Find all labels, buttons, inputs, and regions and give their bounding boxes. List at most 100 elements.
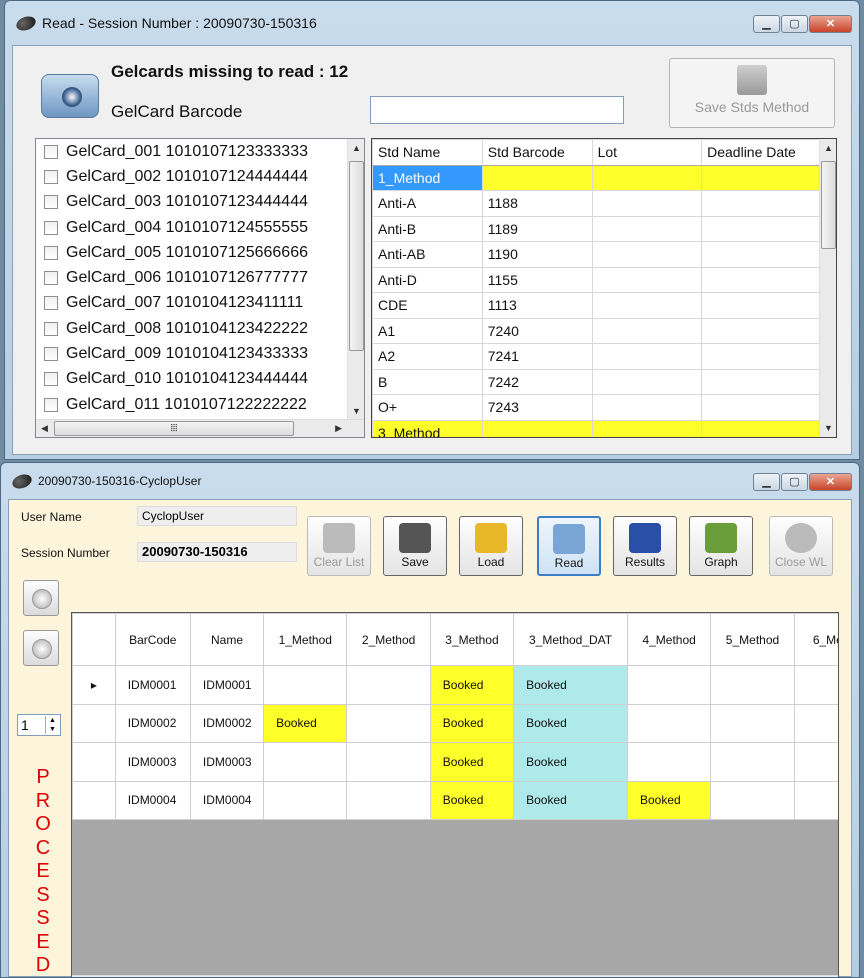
std-column-header[interactable]: Std Barcode	[481, 139, 593, 166]
worklist-column-header[interactable]: 3_Method	[429, 613, 515, 666]
gelcard-list-item[interactable]: GelCard_005 1010107125666666	[36, 240, 364, 265]
std-name-cell[interactable]: Anti-A	[372, 190, 483, 217]
std-name-cell[interactable]: A2	[372, 343, 483, 370]
std-deadline-cell[interactable]	[701, 215, 820, 242]
scroll-thumb[interactable]	[349, 161, 364, 351]
std-grid[interactable]: Std Name Std Barcode Lot Deadline Date 1_Me…	[371, 138, 837, 438]
std-barcode-cell[interactable]: 7243	[481, 394, 593, 421]
std-name-cell[interactable]: Anti-D	[372, 266, 483, 293]
graph-button[interactable]: Graph	[689, 516, 753, 576]
std-name-cell[interactable]: 1_Method	[372, 164, 483, 191]
save-button[interactable]: Save	[383, 516, 447, 576]
gelcard-list-item[interactable]: GelCard_011 1010107122222222	[36, 392, 364, 417]
method-cell[interactable]	[710, 703, 795, 743]
gelcard-checkbox[interactable]	[44, 347, 58, 362]
row-selector[interactable]	[72, 742, 116, 782]
std-row[interactable]: O+ 7243	[372, 394, 820, 421]
gelcard-checkbox[interactable]	[44, 169, 58, 184]
worklist-row[interactable]: IDM0003 IDM0003 Booked Booked	[72, 742, 838, 782]
std-barcode-cell[interactable]: 1113	[481, 292, 593, 319]
method-cell[interactable]	[793, 780, 838, 820]
std-barcode-cell[interactable]: 1189	[481, 215, 593, 242]
worklist-grid[interactable]: BarCode Name 1_Method 2_Method 3_Method 3_Met…	[71, 612, 839, 977]
gelcard-list-item[interactable]: GelCard_002 1010107124444444	[36, 164, 364, 189]
std-barcode-cell[interactable]: 1188	[481, 190, 593, 217]
scroll-down-icon[interactable]: ▼	[352, 406, 361, 416]
std-name-cell[interactable]: CDE	[372, 292, 483, 319]
remove-row-button[interactable]	[23, 580, 59, 616]
gelcard-list-item[interactable]: GelCard_007 1010104123411111	[36, 291, 364, 316]
name-cell[interactable]: IDM0002	[189, 703, 265, 743]
std-lot-cell[interactable]	[591, 317, 703, 344]
std-deadline-cell[interactable]	[701, 190, 820, 217]
gelcard-list-item[interactable]: GelCard_009 1010104123433333	[36, 341, 364, 366]
gelcard-list-item[interactable]: GelCard_008 1010104123422222	[36, 316, 364, 341]
scroll-left-icon[interactable]: ◀	[41, 423, 48, 434]
std-lot-cell[interactable]	[591, 215, 703, 242]
current-row-indicator-icon[interactable]: ▸	[72, 665, 116, 705]
scroll-right-icon[interactable]: ▶	[335, 423, 342, 434]
maximize-button[interactable]: ▢	[781, 15, 808, 33]
method-cell[interactable]	[263, 780, 348, 820]
method-cell[interactable]	[793, 703, 838, 743]
std-name-cell[interactable]: A1	[372, 317, 483, 344]
scroll-thumb[interactable]: ⦙⦙⦙	[54, 421, 294, 436]
gelcard-checkbox[interactable]	[44, 220, 58, 235]
scroll-thumb[interactable]	[821, 161, 836, 249]
std-row[interactable]: Anti-D 1155	[372, 266, 820, 293]
worklist-row[interactable]: IDM0002 IDM0002 Booked Booked Booked	[72, 703, 838, 743]
std-deadline-cell[interactable]	[701, 241, 820, 268]
method-cell[interactable]: Booked	[429, 742, 515, 782]
barcode-input[interactable]	[370, 96, 624, 124]
add-row-button[interactable]	[23, 630, 59, 666]
std-row[interactable]: Anti-B 1189	[372, 215, 820, 242]
method-cell[interactable]	[626, 742, 712, 782]
std-name-cell[interactable]: 3_Method	[372, 419, 483, 437]
worklist-row[interactable]: IDM0004 IDM0004 Booked Booked Booked	[72, 780, 838, 820]
maximize-button[interactable]: ▢	[781, 473, 808, 491]
std-lot-cell[interactable]	[591, 343, 703, 370]
std-column-header[interactable]: Deadline Date	[701, 139, 820, 166]
std-deadline-cell[interactable]	[701, 419, 820, 437]
gelcard-checkbox[interactable]	[44, 397, 58, 412]
worklist-column-header[interactable]: 4_Method	[626, 613, 712, 666]
std-barcode-cell[interactable]: 1155	[481, 266, 593, 293]
row-selector[interactable]	[72, 703, 116, 743]
gelcard-checklist[interactable]: GelCard_001 1010107123333333 GelCard_002 …	[35, 138, 365, 438]
worklist-column-header[interactable]: 5_Method	[710, 613, 795, 666]
row-selector[interactable]	[72, 780, 116, 820]
std-row[interactable]: 3_Method	[372, 419, 820, 437]
gelcard-checkbox[interactable]	[44, 245, 58, 260]
method-cell[interactable]	[793, 742, 838, 782]
std-deadline-cell[interactable]	[701, 317, 820, 344]
std-deadline-cell[interactable]	[701, 292, 820, 319]
worklist-window-titlebar[interactable]: 20090730-150316-CyclopUser ▁ ▢ ✕	[8, 463, 852, 499]
barcode-cell[interactable]: IDM0004	[114, 780, 191, 820]
std-barcode-cell[interactable]: 7241	[481, 343, 593, 370]
minimize-button[interactable]: ▁	[753, 15, 780, 33]
worklist-column-header[interactable]: 1_Method	[263, 613, 348, 666]
worklist-column-header[interactable]: Name	[189, 613, 265, 666]
std-lot-cell[interactable]	[591, 190, 703, 217]
gelcard-checkbox[interactable]	[44, 372, 58, 387]
gelcard-checkbox[interactable]	[44, 195, 58, 210]
std-lot-cell[interactable]	[591, 394, 703, 421]
std-barcode-cell[interactable]: 7240	[481, 317, 593, 344]
std-deadline-cell[interactable]	[701, 164, 820, 191]
gelcard-list-item[interactable]: GelCard_006 1010107126777777	[36, 265, 364, 290]
std-row[interactable]: Anti-A 1188	[372, 190, 820, 217]
std-name-cell[interactable]: Anti-B	[372, 215, 483, 242]
std-row[interactable]: CDE 1113	[372, 292, 820, 319]
read-window-titlebar[interactable]: Read - Session Number : 20090730-150316 …	[12, 1, 852, 45]
gelcard-list-item[interactable]: GelCard_004 1010107124555555	[36, 215, 364, 240]
results-button[interactable]: Results	[613, 516, 677, 576]
scroll-up-icon[interactable]: ▲	[824, 143, 833, 153]
method-cell[interactable]	[263, 742, 348, 782]
std-deadline-cell[interactable]	[701, 368, 820, 395]
std-barcode-cell[interactable]: 7242	[481, 368, 593, 395]
read-button[interactable]: Read	[537, 516, 601, 576]
gelcard-checkbox[interactable]	[44, 271, 58, 286]
gelcard-list-vscrollbar[interactable]: ▲ ▼	[347, 139, 364, 420]
std-barcode-cell[interactable]	[481, 419, 593, 437]
std-name-cell[interactable]: Anti-AB	[372, 241, 483, 268]
